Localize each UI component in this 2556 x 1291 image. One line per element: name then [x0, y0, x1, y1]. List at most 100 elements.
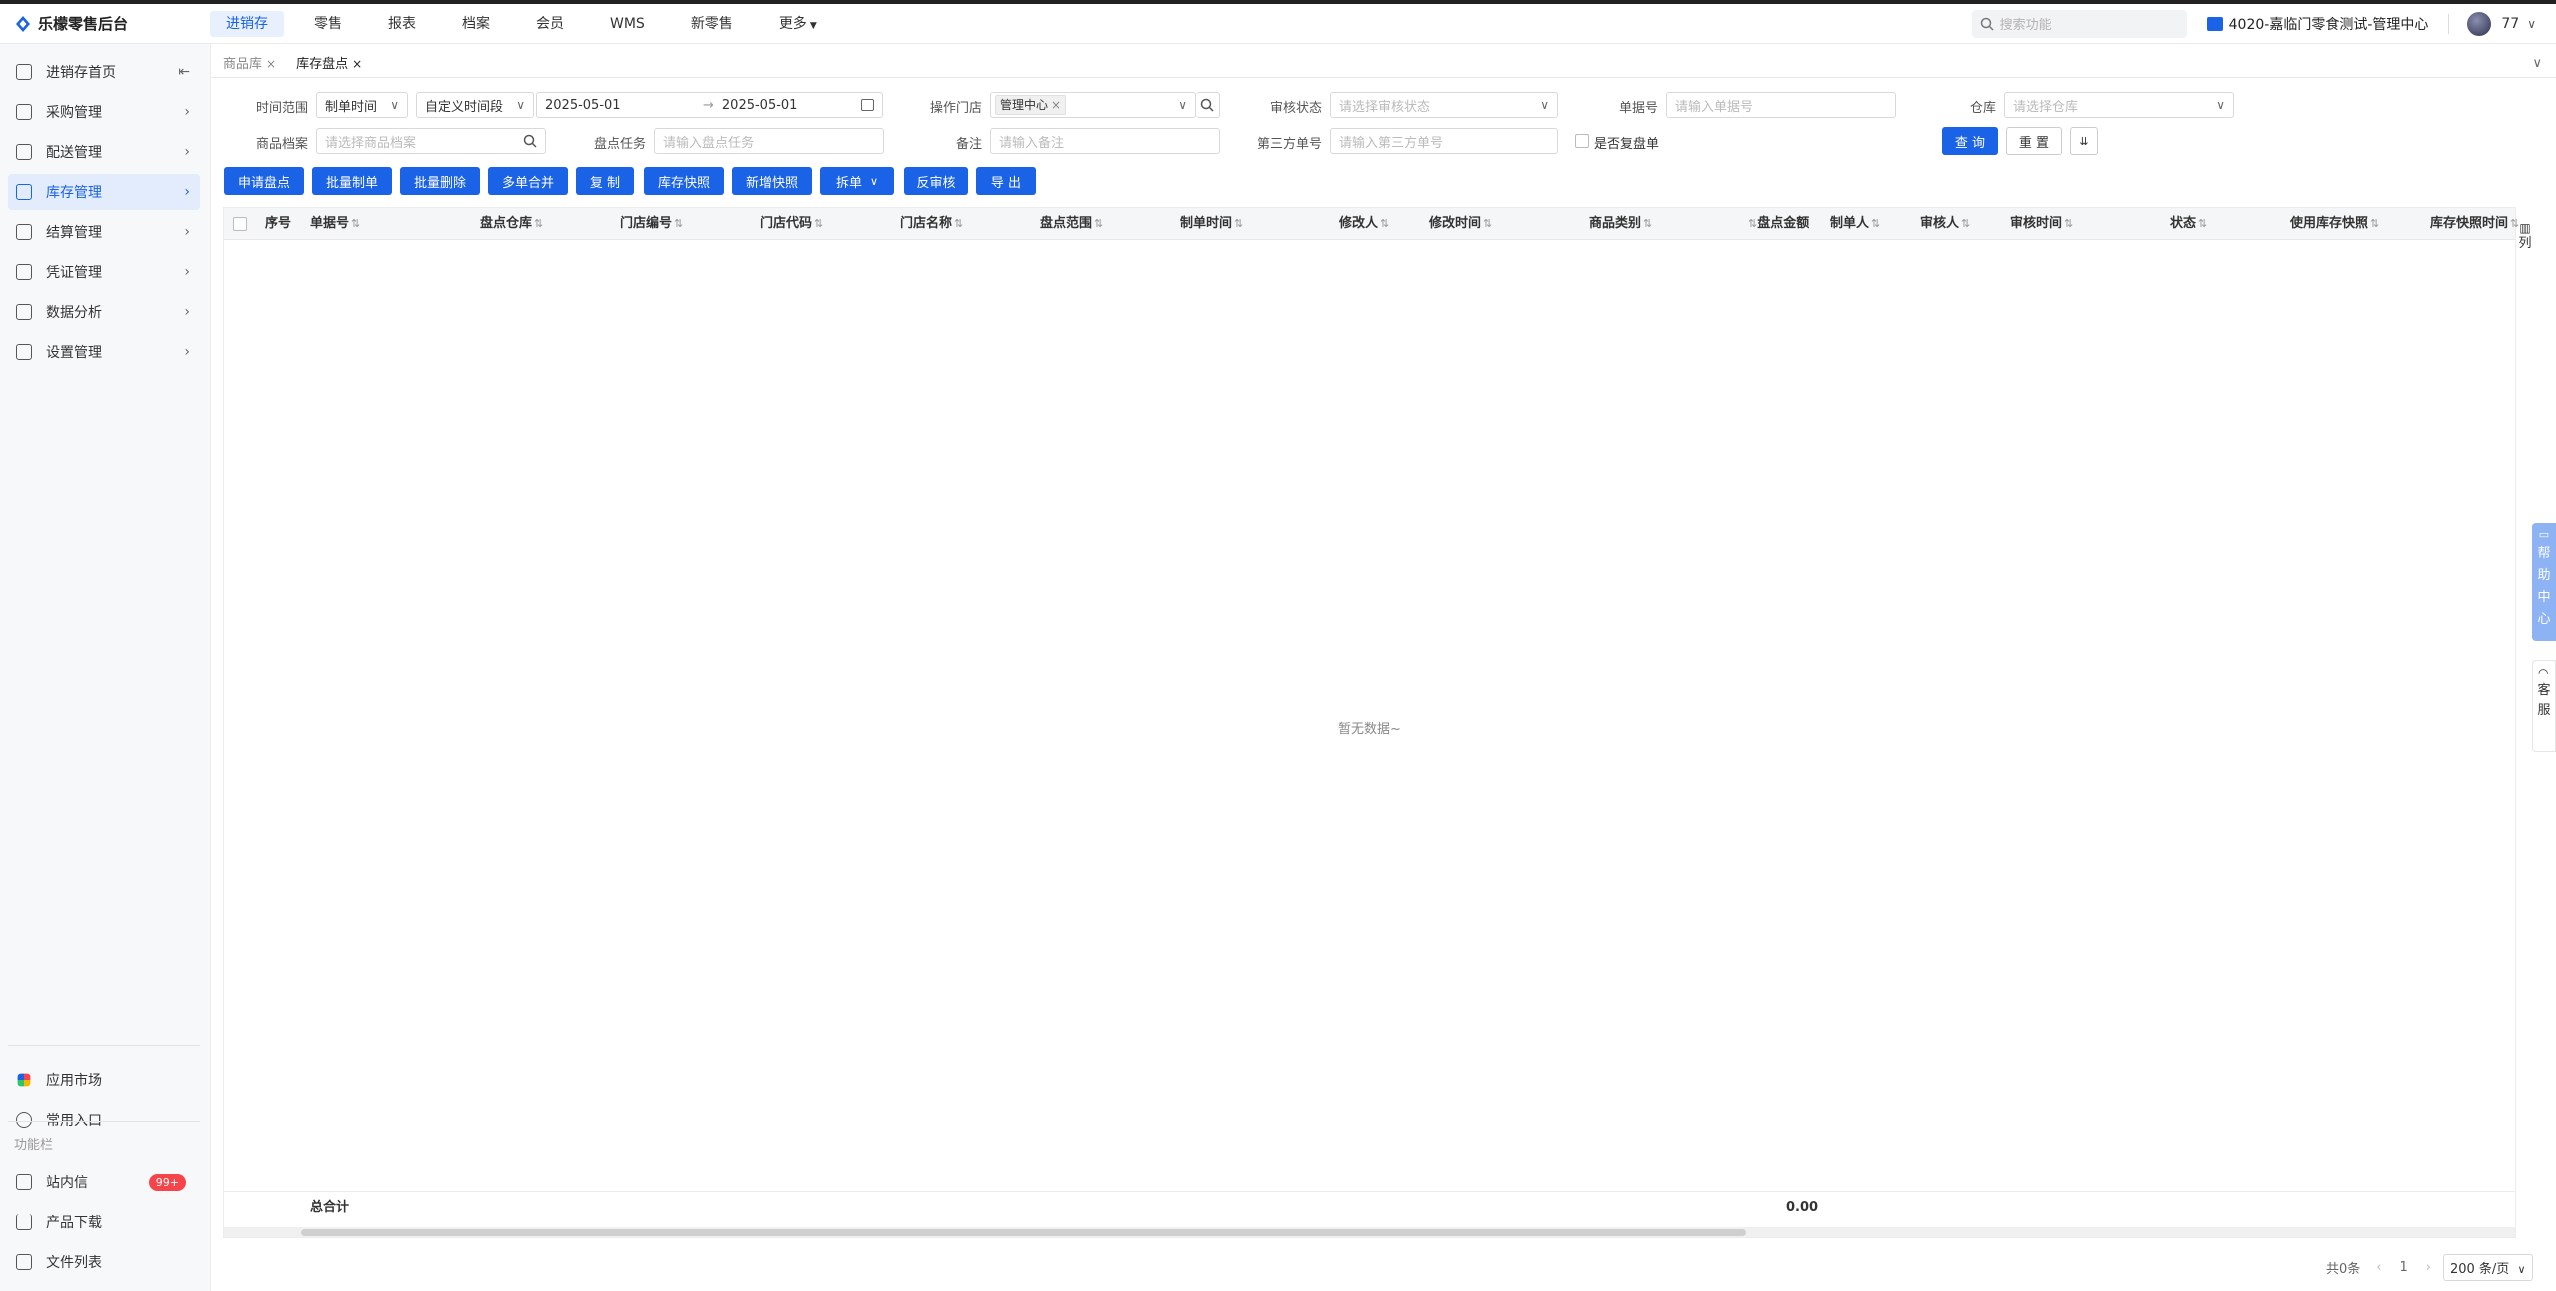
column-header-created-time[interactable]: 制单时间 ⇅	[1180, 208, 1243, 240]
topnav-item-wms[interactable]: WMS	[594, 11, 661, 37]
sidebar-item-app-market[interactable]: 应用市场	[8, 1062, 200, 1098]
tabs-menu-chevron-icon[interactable]: ∨	[2532, 56, 2542, 71]
select-all-checkbox[interactable]	[233, 217, 247, 231]
next-page-icon[interactable]: ›	[2426, 1260, 2431, 1275]
column-header-auditor[interactable]: 审核人 ⇅	[1920, 208, 1970, 240]
time-mode-select[interactable]: 自定义时间段 ∨	[416, 92, 534, 118]
topnav-item-new-retail[interactable]: 新零售	[675, 11, 749, 37]
time-type-select[interactable]: 制单时间 ∨	[316, 92, 408, 118]
split-order-dropdown[interactable]: 拆单 ∨	[820, 167, 894, 195]
column-header-count-amount[interactable]: ⇅盘点金额	[1746, 208, 1809, 240]
sort-icon[interactable]: ⇅	[1234, 217, 1243, 230]
column-header-snapshot-time[interactable]: 库存快照时间 ⇅	[2430, 208, 2519, 240]
current-page[interactable]: 1	[2399, 1260, 2407, 1275]
copy-button[interactable]: 复 制	[576, 167, 634, 195]
column-header-creator[interactable]: 制单人 ⇅	[1830, 208, 1880, 240]
customer-service-button[interactable]: ◠ 客服	[2532, 660, 2556, 752]
column-header-doc-no[interactable]: 单据号 ⇅	[310, 208, 360, 240]
sort-icon[interactable]: ⇅	[1748, 217, 1757, 230]
tag-close-icon[interactable]: ×	[1051, 98, 1061, 112]
column-header-use-snapshot[interactable]: 使用库存快照 ⇅	[2290, 208, 2379, 240]
close-icon[interactable]: ×	[266, 57, 276, 71]
merge-orders-button[interactable]: 多单合并	[488, 167, 568, 195]
remark-input[interactable]: 请输入备注	[990, 128, 1220, 154]
new-snapshot-button[interactable]: 新增快照	[732, 167, 812, 195]
store-search-button[interactable]	[1196, 92, 1220, 118]
apply-count-button[interactable]: 申请盘点	[224, 167, 304, 195]
column-header-warehouse[interactable]: 盘点仓库 ⇅	[480, 208, 543, 240]
sidebar-item-voucher[interactable]: 凭证管理 ›	[8, 254, 200, 290]
sort-icon[interactable]: ⇅	[2198, 217, 2207, 230]
topnav-item-inventory[interactable]: 进销存	[210, 10, 284, 37]
reverse-audit-button[interactable]: 反审核	[904, 167, 968, 195]
function-search-input[interactable]: 搜索功能	[1971, 9, 2187, 38]
page-size-select[interactable]: 200 条/页 ∨	[2442, 1254, 2533, 1281]
column-header-category[interactable]: 商品类别 ⇅	[1589, 208, 1652, 240]
column-header-modified-time[interactable]: 修改时间 ⇅	[1429, 208, 1492, 240]
sort-icon[interactable]: ⇅	[351, 217, 360, 230]
sort-icon[interactable]: ⇅	[2064, 217, 2073, 230]
scrollbar-thumb[interactable]	[301, 1229, 1746, 1236]
sort-icon[interactable]: ⇅	[1483, 217, 1492, 230]
store-select[interactable]: 管理中心 × ∨	[990, 92, 1196, 118]
topnav-item-reports[interactable]: 报表	[372, 11, 432, 37]
sort-icon[interactable]: ⇅	[1961, 217, 1970, 230]
column-header-store-name[interactable]: 门店名称 ⇅	[900, 208, 963, 240]
horizontal-scrollbar[interactable]	[224, 1227, 2515, 1237]
sidebar-item-inventory-management[interactable]: 库存管理 ›	[8, 174, 200, 210]
batch-delete-button[interactable]: 批量删除	[400, 167, 480, 195]
close-icon[interactable]: ×	[352, 57, 362, 71]
user-name[interactable]: 77	[2501, 16, 2519, 32]
sidebar-item-downloads[interactable]: 产品下载	[8, 1204, 200, 1240]
sidebar-item-settings[interactable]: 设置管理 ›	[8, 334, 200, 370]
topnav-item-more[interactable]: 更多 ▼	[763, 11, 833, 37]
sidebar-item-distribution[interactable]: 配送管理 ›	[8, 134, 200, 170]
recheck-checkbox[interactable]	[1575, 134, 1589, 148]
inventory-snapshot-button[interactable]: 库存快照	[644, 167, 724, 195]
topnav-item-retail[interactable]: 零售	[298, 11, 358, 37]
chevron-down-icon[interactable]: ∨	[2527, 17, 2536, 31]
column-header-modifier[interactable]: 修改人 ⇅	[1339, 208, 1389, 240]
warehouse-select[interactable]: 请选择仓库 ∨	[2004, 92, 2234, 118]
date-range-picker[interactable]: 2025-05-01 → 2025-05-01	[536, 92, 883, 118]
sidebar-item-data-analysis[interactable]: 数据分析 ›	[8, 294, 200, 330]
tab-product-library[interactable]: 商品库 ×	[217, 52, 282, 76]
topnav-item-members[interactable]: 会员	[520, 11, 580, 37]
collapse-filters-icon[interactable]: ⇊	[2070, 127, 2098, 155]
column-header-audit-time[interactable]: 审核时间 ⇅	[2010, 208, 2073, 240]
reset-button[interactable]: 重 置	[2006, 127, 2062, 155]
doc-no-input[interactable]: 请输入单据号	[1666, 92, 1896, 118]
sidebar-item-purchase[interactable]: 采购管理 ›	[8, 94, 200, 130]
avatar[interactable]	[2467, 11, 2492, 36]
sort-icon[interactable]: ⇅	[1380, 217, 1389, 230]
column-header-status[interactable]: 状态 ⇅	[2170, 208, 2207, 240]
third-party-no-input[interactable]: 请输入第三方单号	[1330, 128, 1558, 154]
sidebar-item-messages[interactable]: 站内信 99+	[8, 1164, 200, 1200]
sort-icon[interactable]: ⇅	[534, 217, 543, 230]
query-button[interactable]: 查 询	[1942, 127, 1998, 155]
column-header-store-no[interactable]: 门店编号 ⇅	[620, 208, 683, 240]
count-task-input[interactable]: 请输入盘点任务	[654, 128, 884, 154]
sidebar-item-settlement[interactable]: 结算管理 ›	[8, 214, 200, 250]
sidebar-item-file-list[interactable]: 文件列表	[8, 1244, 200, 1280]
sort-icon[interactable]: ⇅	[814, 217, 823, 230]
sort-icon[interactable]: ⇅	[1094, 217, 1103, 230]
audit-status-select[interactable]: 请选择审核状态 ∨	[1330, 92, 1558, 118]
app-logo[interactable]: 乐檬零售后台	[0, 13, 210, 34]
sort-icon[interactable]: ⇅	[954, 217, 963, 230]
export-button[interactable]: 导 出	[976, 167, 1036, 195]
product-select[interactable]: 请选择商品档案	[316, 128, 546, 154]
sort-icon[interactable]: ⇅	[674, 217, 683, 230]
help-center-button[interactable]: ▭ 帮助中心	[2532, 523, 2556, 641]
collapse-sidebar-icon[interactable]: ⇤	[178, 64, 190, 80]
column-header-count-scope[interactable]: 盘点范围 ⇅	[1040, 208, 1103, 240]
column-settings-button[interactable]: ▥ 列	[2516, 220, 2534, 252]
sidebar-item-inventory-home[interactable]: 进销存首页 ⇤	[8, 54, 200, 90]
sort-icon[interactable]: ⇅	[2370, 217, 2379, 230]
org-switcher[interactable]: 4020-嘉临门零食测试-管理中心	[2206, 14, 2428, 34]
topnav-item-archives[interactable]: 档案	[446, 11, 506, 37]
tab-inventory-count[interactable]: 库存盘点 ×	[290, 52, 368, 76]
sort-icon[interactable]: ⇅	[1871, 217, 1880, 230]
column-header-store-code[interactable]: 门店代码 ⇅	[760, 208, 823, 240]
prev-page-icon[interactable]: ‹	[2376, 1260, 2381, 1275]
